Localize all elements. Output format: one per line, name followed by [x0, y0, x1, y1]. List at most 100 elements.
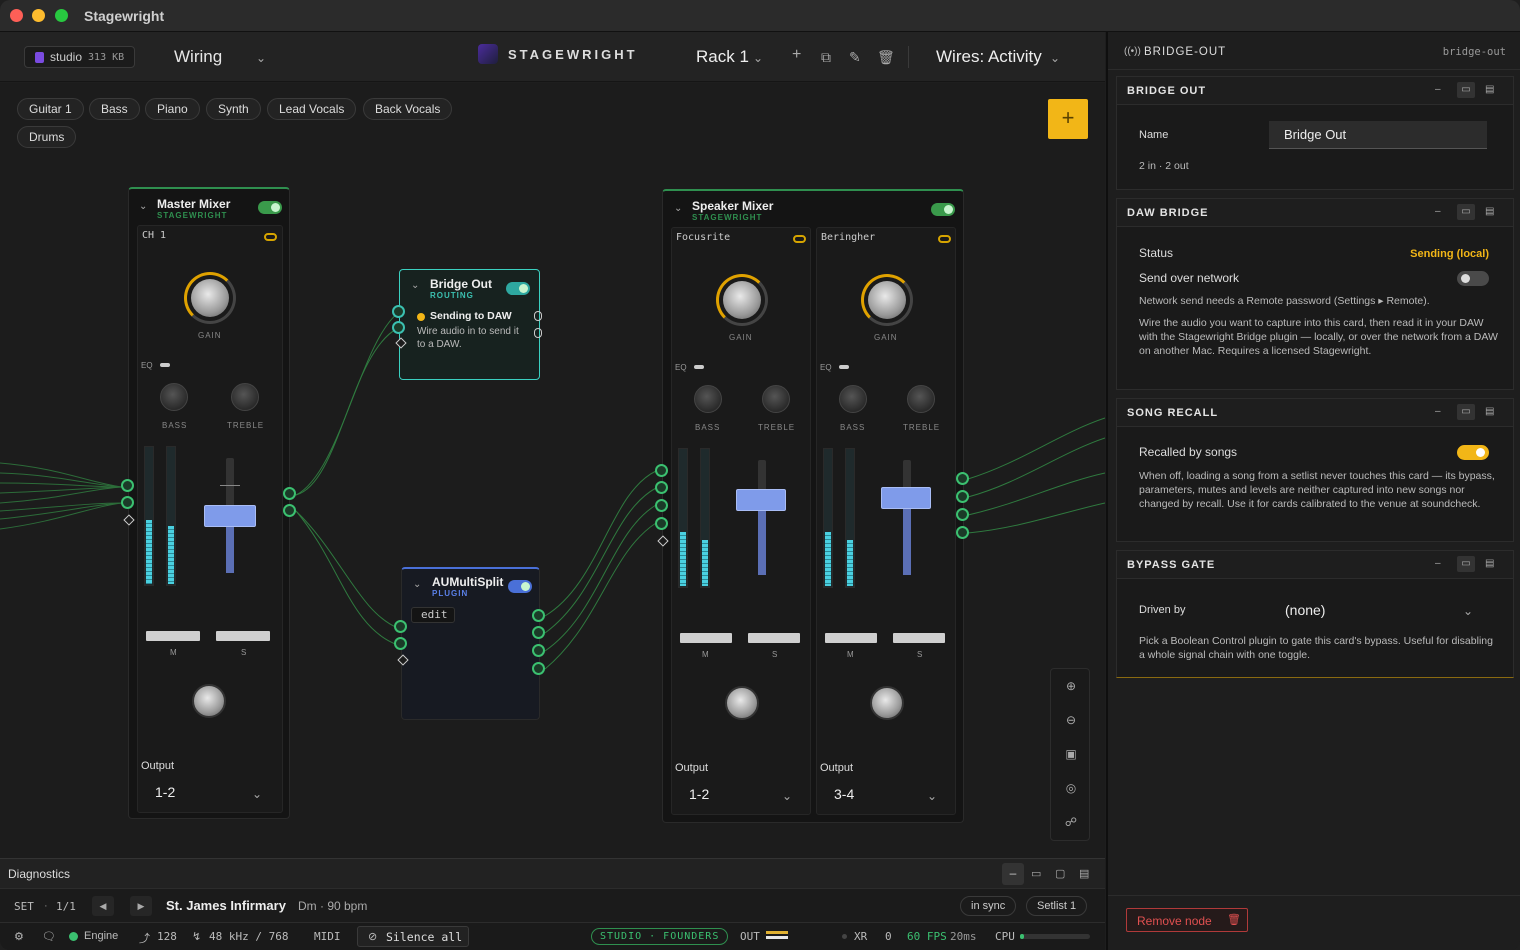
- chevron-down-icon[interactable]: ⌄: [782, 789, 792, 803]
- close-window-button[interactable]: [10, 9, 23, 22]
- remove-node-button[interactable]: Remove node 🗑: [1126, 908, 1248, 932]
- gain-knob[interactable]: [191, 279, 229, 317]
- trash-icon[interactable]: 🗑: [877, 49, 895, 66]
- output-port[interactable]: [956, 490, 969, 503]
- output-port[interactable]: [956, 508, 969, 521]
- output-port[interactable]: [283, 504, 296, 517]
- studio-badge[interactable]: studio 313 KB: [24, 46, 136, 68]
- half-panel-icon[interactable]: ▭: [1031, 867, 1041, 880]
- view-selector[interactable]: Wiring: [174, 47, 222, 67]
- input-port[interactable]: [655, 517, 668, 530]
- next-song-icon[interactable]: ▶: [130, 896, 152, 916]
- link-icon[interactable]: [264, 233, 277, 241]
- name-input[interactable]: [1269, 121, 1487, 149]
- treble-knob[interactable]: [762, 385, 790, 413]
- input-port[interactable]: [392, 305, 405, 318]
- bridge-out-card[interactable]: ⌄ Bridge Out ROUTING Sending to DAW Wire…: [399, 269, 540, 380]
- aumultisplit-card[interactable]: ⌄ AUMultiSplit PLUGIN edit: [401, 567, 540, 720]
- wiring-canvas[interactable]: Guitar 1 Bass Piano Synth Lead Vocals Ba…: [0, 83, 1105, 858]
- chevron-down-icon[interactable]: ⌄: [1050, 51, 1060, 65]
- solo-button[interactable]: [216, 631, 270, 641]
- chat-icon[interactable]: 🗨: [42, 930, 56, 943]
- half-section-icon[interactable]: ▭: [1457, 204, 1475, 220]
- output-port[interactable]: [534, 311, 542, 321]
- center-icon[interactable]: ◎: [1051, 781, 1091, 795]
- output-port[interactable]: [956, 526, 969, 539]
- half-section-icon[interactable]: ▭: [1457, 82, 1475, 98]
- rack-selector[interactable]: Rack 1: [696, 47, 749, 67]
- fader-cap[interactable]: [881, 487, 931, 509]
- bridge-enable-toggle[interactable]: [506, 282, 530, 295]
- chevron-down-icon[interactable]: ⌄: [252, 787, 262, 801]
- treble-knob[interactable]: [231, 383, 259, 411]
- zoom-out-icon[interactable]: ⊖: [1051, 713, 1091, 727]
- bass-knob[interactable]: [694, 385, 722, 413]
- output-port[interactable]: [532, 662, 545, 675]
- pan-knob[interactable]: [725, 686, 759, 720]
- fader-cap[interactable]: [204, 505, 256, 527]
- expand-section-icon[interactable]: ▤: [1485, 84, 1494, 95]
- gain-knob[interactable]: [868, 281, 906, 319]
- collapse-chevron-icon[interactable]: ⌄: [411, 280, 419, 291]
- gain-knob[interactable]: [723, 281, 761, 319]
- output-select[interactable]: 3-4: [834, 786, 854, 802]
- pan-knob[interactable]: [870, 686, 904, 720]
- output-port[interactable]: [532, 644, 545, 657]
- eq-toggle[interactable]: [160, 363, 170, 367]
- driven-by-select[interactable]: (none): [1285, 602, 1325, 618]
- collapse-chevron-icon[interactable]: ⌄: [139, 201, 147, 212]
- minimize-panel-icon[interactable]: –: [1002, 863, 1024, 885]
- add-rack-icon[interactable]: +: [792, 46, 801, 64]
- duplicate-icon[interactable]: ⧉: [821, 49, 831, 66]
- solo-button[interactable]: [748, 633, 800, 643]
- input-port[interactable]: [394, 637, 407, 650]
- edit-button[interactable]: edit: [411, 607, 455, 623]
- output-port[interactable]: [283, 487, 296, 500]
- send-over-network-toggle[interactable]: [1457, 271, 1489, 286]
- chevron-down-icon[interactable]: ⌄: [1463, 604, 1473, 618]
- eq-toggle[interactable]: [839, 365, 849, 369]
- link-icon[interactable]: [793, 235, 806, 243]
- setlist-selector[interactable]: Setlist 1: [1026, 896, 1088, 916]
- input-port[interactable]: [392, 321, 405, 334]
- input-port[interactable]: [655, 499, 668, 512]
- master-mixer-card[interactable]: ⌄ Master Mixer STAGEWRIGHT CH 1 GAIN EQ …: [128, 187, 290, 819]
- input-port[interactable]: [121, 496, 134, 509]
- solo-button[interactable]: [893, 633, 945, 643]
- share-graph-icon[interactable]: ☍: [1051, 815, 1091, 829]
- output-port[interactable]: [532, 609, 545, 622]
- output-port[interactable]: [956, 472, 969, 485]
- output-select[interactable]: 1-2: [689, 786, 709, 802]
- settings-gear-icon[interactable]: ⚙: [14, 930, 24, 943]
- collapse-chevron-icon[interactable]: ⌄: [413, 579, 421, 590]
- half-section-icon[interactable]: ▭: [1457, 404, 1475, 420]
- pencil-icon[interactable]: ✎: [849, 49, 861, 66]
- collapse-section-icon[interactable]: –: [1435, 558, 1441, 569]
- half-section-icon[interactable]: ▭: [1457, 556, 1475, 572]
- mute-button[interactable]: [825, 633, 877, 643]
- mute-button[interactable]: [680, 633, 732, 643]
- input-port[interactable]: [655, 481, 668, 494]
- silence-all-button[interactable]: ⊘ Silence all: [357, 926, 469, 947]
- master-enable-toggle[interactable]: [258, 201, 282, 214]
- chevron-down-icon[interactable]: ⌄: [753, 51, 763, 65]
- plugin-enable-toggle[interactable]: [508, 580, 532, 593]
- mute-button[interactable]: [146, 631, 200, 641]
- bass-knob[interactable]: [839, 385, 867, 413]
- recalled-by-songs-toggle[interactable]: [1457, 445, 1489, 460]
- output-port[interactable]: [532, 626, 545, 639]
- speaker-enable-toggle[interactable]: [931, 203, 955, 216]
- fit-view-icon[interactable]: ▣: [1051, 747, 1091, 761]
- collapse-chevron-icon[interactable]: ⌄: [674, 203, 682, 214]
- input-port[interactable]: [394, 620, 407, 633]
- link-icon[interactable]: [938, 235, 951, 243]
- bass-knob[interactable]: [160, 383, 188, 411]
- output-port[interactable]: [534, 328, 542, 338]
- collapse-section-icon[interactable]: –: [1435, 206, 1441, 217]
- collapse-section-icon[interactable]: –: [1435, 406, 1441, 417]
- zoom-window-button[interactable]: [55, 9, 68, 22]
- input-port[interactable]: [655, 464, 668, 477]
- minimize-window-button[interactable]: [32, 9, 45, 22]
- collapse-section-icon[interactable]: –: [1435, 84, 1441, 95]
- input-port[interactable]: [121, 479, 134, 492]
